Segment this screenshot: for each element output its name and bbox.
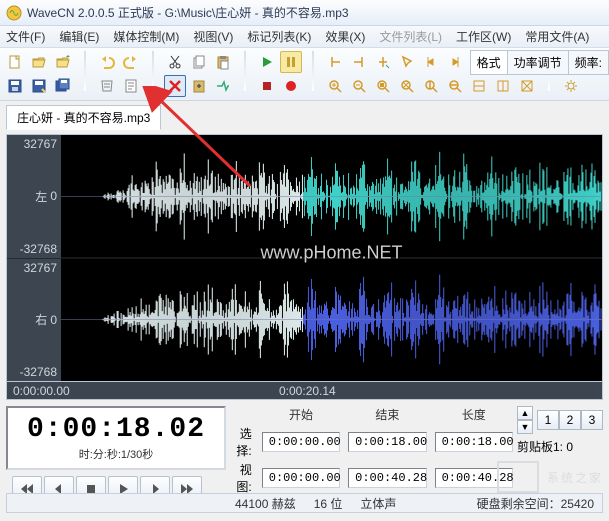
- zoom-out-button[interactable]: [348, 75, 370, 97]
- amp-max-right: 32767: [24, 261, 57, 275]
- right-panel: ▲ ▼ 1 2 3 剪贴板1: 0: [517, 406, 603, 455]
- view-end-value[interactable]: 0:00:40.28: [348, 468, 426, 488]
- menu-filelist[interactable]: 文件列表(L): [379, 28, 442, 45]
- cursor-button[interactable]: [396, 51, 418, 73]
- tab-format[interactable]: 格式: [470, 50, 508, 75]
- record-button[interactable]: [280, 75, 302, 97]
- tab-freq[interactable]: 频率:: [568, 50, 609, 75]
- clipboard-label: 剪贴板1: 0: [517, 438, 603, 455]
- redo-button[interactable]: [120, 51, 142, 73]
- menu-common-files[interactable]: 常用文件(A): [525, 28, 589, 45]
- menu-edit[interactable]: 编辑(E): [59, 28, 99, 45]
- play-button[interactable]: [256, 51, 278, 73]
- marker-add-button[interactable]: [372, 51, 394, 73]
- page-down-button[interactable]: ▼: [517, 420, 533, 434]
- page-3-button[interactable]: 3: [581, 410, 603, 430]
- amp-min-right: -32768: [20, 365, 57, 379]
- window-title: WaveCN 2.0.0.5 正式版 - G:\Music\庄心妍 - 真的不容…: [27, 4, 349, 21]
- amp-zero-left: 0: [50, 189, 57, 203]
- menu-view[interactable]: 视图(V): [193, 28, 233, 45]
- sel-start-value[interactable]: 0:00:00.00: [262, 432, 340, 452]
- open-button[interactable]: [28, 51, 50, 73]
- amplitude-gutter: 32767 左 0 -32768 32767 右 0 -32768: [7, 135, 61, 381]
- view-start-value[interactable]: 0:00:00.00: [262, 468, 340, 488]
- delete-button[interactable]: [164, 75, 186, 97]
- zoom-in-button[interactable]: [324, 75, 346, 97]
- app-icon: [6, 5, 22, 21]
- watermark: www.pHome.NET: [260, 243, 402, 264]
- zoom-full-button[interactable]: [492, 75, 514, 97]
- open-recent-button[interactable]: [52, 51, 74, 73]
- time-unit: 时:分:秒:1/30秒: [20, 446, 212, 462]
- sel-end-value[interactable]: 0:00:18.00: [348, 432, 426, 452]
- zoom-fit-button[interactable]: [396, 75, 418, 97]
- menu-file[interactable]: 文件(F): [6, 28, 45, 45]
- side-tabs: 格式 功率调节 频率:: [471, 50, 609, 75]
- ruler-time-start: 0:00:00.00: [13, 384, 70, 398]
- properties-button[interactable]: [120, 75, 142, 97]
- zoom-sel-button[interactable]: [372, 75, 394, 97]
- copy-button[interactable]: [188, 51, 210, 73]
- tab-power[interactable]: 功率调节: [507, 50, 569, 75]
- menubar: 文件(F) 编辑(E) 媒体控制(M) 视图(V) 标记列表(K) 效果(X) …: [0, 26, 609, 48]
- menu-workspace[interactable]: 工作区(W): [456, 28, 511, 45]
- paste-button[interactable]: [212, 51, 234, 73]
- zoom-v-out-button[interactable]: [444, 75, 466, 97]
- undo-button[interactable]: [96, 51, 118, 73]
- range-header-end: 结束: [348, 406, 426, 423]
- channel-right-label: 右: [35, 311, 47, 328]
- settings-button[interactable]: [560, 75, 582, 97]
- marker-next-button[interactable]: [348, 51, 370, 73]
- range-grid: 开始 结束 长度 选择: 0:00:00.00 0:00:18.00 0:00:…: [236, 406, 513, 495]
- corner-watermark: 系统之家: [497, 461, 603, 493]
- menu-media-control[interactable]: 媒体控制(M): [113, 28, 179, 45]
- page-up-button[interactable]: ▲: [517, 406, 533, 420]
- waveform-area[interactable]: 32767 左 0 -32768 32767 右 0 -32768 www.pH…: [6, 134, 603, 382]
- status-channels: 立体声: [360, 495, 396, 512]
- sel-length-value[interactable]: 0:00:18.00: [435, 432, 513, 452]
- save-button[interactable]: [4, 75, 26, 97]
- mix-paste-button[interactable]: [188, 75, 210, 97]
- stop-button[interactable]: [256, 75, 278, 97]
- page-2-button[interactable]: 2: [559, 410, 581, 430]
- history-button[interactable]: [96, 75, 118, 97]
- zoom-reset-button[interactable]: [516, 75, 538, 97]
- time-value: 0:00:18.02: [20, 414, 212, 445]
- channel-left-label: 左: [35, 188, 47, 205]
- amp-min-left: -32768: [20, 242, 57, 256]
- range-header-start: 开始: [262, 406, 340, 423]
- statusbar: 44100 赫兹 16 位 立体声 硬盘剩余空间：25420: [6, 493, 603, 513]
- zoom-v-fit-button[interactable]: [468, 75, 490, 97]
- sel-start-button[interactable]: [420, 51, 442, 73]
- amp-max-left: 32767: [24, 137, 57, 151]
- pause-button[interactable]: [280, 51, 302, 73]
- save-as-button[interactable]: [28, 75, 50, 97]
- page-stepper: ▲ ▼: [517, 406, 533, 434]
- time-ruler[interactable]: 0:00:00.00 0:00:20.14: [6, 382, 603, 400]
- crop-button[interactable]: [212, 75, 234, 97]
- new-button[interactable]: [4, 51, 26, 73]
- menu-marklist[interactable]: 标记列表(K): [247, 28, 311, 45]
- status-bitdepth: 16 位: [314, 495, 343, 512]
- save-all-button[interactable]: [52, 75, 74, 97]
- page-buttons: 1 2 3: [537, 410, 603, 430]
- status-diskspace: 硬盘剩余空间：25420: [477, 495, 594, 512]
- document-tab[interactable]: 庄心妍 - 真的不容易.mp3: [6, 105, 161, 130]
- cut-button[interactable]: [164, 51, 186, 73]
- time-display: 0:00:18.02 时:分:秒:1/30秒: [6, 406, 226, 470]
- waveform-canvas[interactable]: www.pHome.NET: [61, 135, 602, 381]
- amp-zero-right: 0: [50, 313, 57, 327]
- range-header-length: 长度: [435, 406, 513, 423]
- titlebar: WaveCN 2.0.0.5 正式版 - G:\Music\庄心妍 - 真的不容…: [0, 0, 609, 26]
- marker-prev-button[interactable]: [324, 51, 346, 73]
- zoom-v-in-button[interactable]: [420, 75, 442, 97]
- ruler-time-mid: 0:00:20.14: [279, 384, 336, 398]
- range-label-selection: 选择:: [236, 425, 254, 459]
- menu-effects[interactable]: 效果(X): [325, 28, 365, 45]
- sel-end-button[interactable]: [444, 51, 466, 73]
- status-samplerate: 44100 赫兹: [235, 495, 296, 512]
- page-1-button[interactable]: 1: [537, 410, 559, 430]
- range-label-view: 视图:: [236, 461, 254, 495]
